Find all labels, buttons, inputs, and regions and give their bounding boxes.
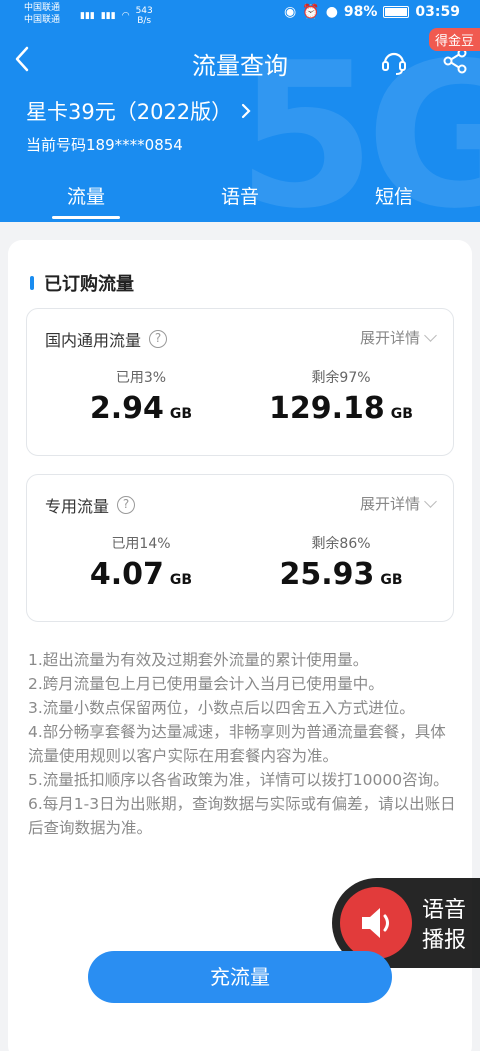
used-label: 已用14% [111, 536, 171, 552]
alarm-icon: ⏰ [302, 4, 320, 20]
clock: 03:59 [415, 4, 460, 20]
expand-details-button[interactable]: 展开详情 [359, 493, 437, 514]
chevron-down-icon [424, 328, 437, 342]
used-stat: 已用14% 4.07 GB [41, 533, 241, 592]
share-icon[interactable] [442, 48, 468, 78]
section-title: 已订购流量 [30, 270, 134, 296]
used-unit: GB [169, 572, 193, 588]
voice-label: 语音 播报 [422, 896, 472, 956]
note-item: 3.流量小数点保留两位，小数点后以四舍五入方式进位。 [28, 699, 415, 717]
box-title: 国内通用流量 ? [45, 327, 168, 351]
remaining-value: 129.18 [269, 391, 385, 426]
tab-sms[interactable]: 短信 [344, 182, 444, 209]
status-bar: 中国联通 中国联通 ▮▮▮ ▮▮▮ ◠ 543 B/s ◉ ⏰ ● 98% 03… [0, 0, 480, 30]
page-title: 流量查询 [192, 52, 288, 80]
battery-percent: 98% [343, 4, 378, 20]
remaining-label: 剩余97% [311, 370, 371, 386]
signal-icon-2: ▮▮▮ [100, 11, 116, 21]
chevron-right-icon [242, 103, 251, 119]
wifi-icon: ◠ [121, 11, 130, 21]
plan-name: 星卡39元（2022版） [26, 100, 233, 124]
used-stat: 已用3% 2.94 GB [41, 367, 241, 426]
tab-bar: 流量 语音 短信 [0, 178, 480, 219]
phone-label: 当前号码 [26, 136, 87, 154]
net-speed-unit: B/s [137, 16, 152, 26]
note-item: 4.部分畅享套餐为达量减速，非畅享则为普通流量套餐，具体流量使用规则以客户实际在… [28, 723, 446, 765]
net-speed-value: 543 [135, 6, 153, 16]
expand-label: 展开详情 [359, 329, 420, 347]
remaining-label: 剩余86% [311, 536, 371, 552]
box-title-text: 专用流量 [45, 497, 110, 516]
plan-name-row[interactable]: 星卡39元（2022版） [26, 96, 252, 126]
note-item: 2.跨月流量包上月已使用量会计入当月已使用量中。 [28, 675, 384, 693]
header: 5G 中国联通 中国联通 ▮▮▮ ▮▮▮ ◠ 543 B/s ◉ ⏰ ● 98%… [0, 0, 480, 222]
battery-icon [383, 6, 410, 18]
phone-number: 当前号码189****0854 [26, 134, 183, 155]
nav-bar: 流量查询 [0, 40, 480, 84]
status-icons-left: ▮▮▮ ▮▮▮ ◠ 543 B/s [80, 6, 153, 26]
data-box-general: 国内通用流量 ? 展开详情 已用3% 2.94 GB 剩余97% 129.18 GB [26, 308, 454, 456]
signal-icon: ▮▮▮ [80, 11, 95, 21]
carrier-info: 中国联通 中国联通 [24, 2, 60, 26]
box-title: 专用流量 ? [45, 493, 136, 517]
net-speed: 543 B/s [136, 6, 153, 26]
remaining-unit: GB [390, 406, 413, 422]
speaker-icon [340, 887, 412, 959]
customer-service-icon[interactable] [380, 48, 408, 80]
data-box-dedicated: 专用流量 ? 展开详情 已用14% 4.07 GB 剩余86% 25.93 GB [26, 474, 454, 622]
question-icon[interactable]: ? [117, 496, 136, 514]
section-accent-bar [30, 276, 34, 290]
tab-data[interactable]: 流量 [36, 182, 136, 219]
remaining-value: 25.93 [279, 557, 375, 592]
box-title-text: 国内通用流量 [45, 331, 142, 350]
phone-value: 189****0854 [86, 136, 183, 154]
used-value: 2.94 [89, 391, 164, 426]
note-item: 6.每月1-3日为出账期，查询数据与实际或有偏差，请以出账日后查询数据为准。 [28, 795, 456, 837]
tab-voice[interactable]: 语音 [190, 182, 290, 209]
chevron-down-icon [424, 494, 437, 508]
notes: 1.超出流量为有效及过期套外流量的累计使用量。 2.跨月流量包上月已使用量会计入… [28, 648, 456, 840]
note-item: 1.超出流量为有效及过期套外流量的累计使用量。 [28, 651, 369, 669]
voice-label-line1: 语音 [422, 898, 467, 923]
remaining-stat: 剩余97% 129.18 GB [241, 367, 441, 426]
voice-label-line2: 播报 [422, 928, 467, 953]
coin-badge[interactable]: 得金豆 [428, 28, 480, 51]
status-icons-right: ◉ ⏰ ● 98% 03:59 [284, 4, 460, 20]
expand-details-button[interactable]: 展开详情 [359, 327, 437, 348]
location-icon: ● [325, 4, 338, 20]
remaining-stat: 剩余86% 25.93 GB [241, 533, 441, 592]
eye-icon: ◉ [284, 4, 297, 20]
remaining-unit: GB [380, 572, 403, 588]
expand-label: 展开详情 [359, 495, 420, 513]
used-label: 已用3% [115, 370, 167, 386]
used-value: 4.07 [89, 557, 164, 592]
used-unit: GB [169, 406, 193, 422]
recharge-button[interactable]: 充流量 [88, 951, 392, 1003]
section-title-text: 已订购流量 [44, 274, 134, 295]
carrier-2: 中国联通 [24, 15, 61, 25]
question-icon[interactable]: ? [149, 330, 168, 348]
note-item: 5.流量抵扣顺序以各省政策为准，详情可以拨打10000咨询。 [28, 771, 449, 789]
carrier-1: 中国联通 [24, 3, 61, 13]
